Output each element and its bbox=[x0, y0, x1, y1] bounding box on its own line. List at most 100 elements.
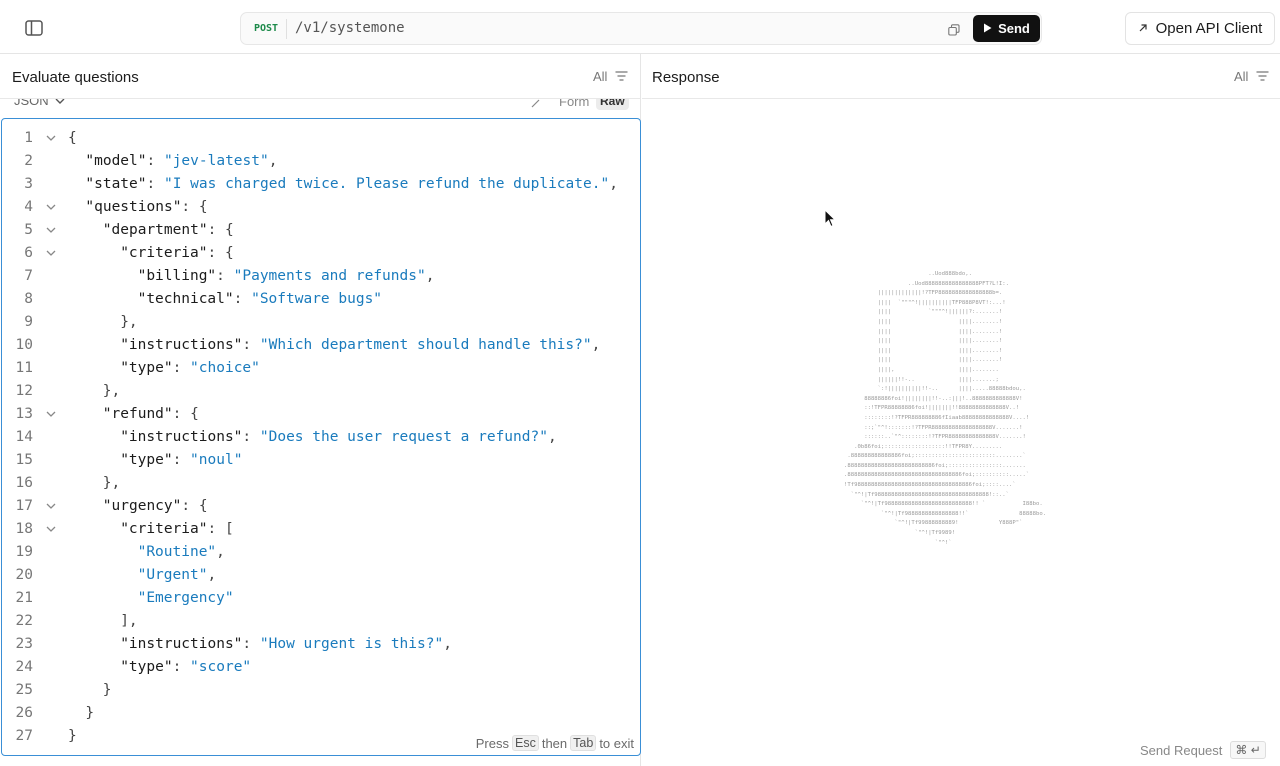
code-text: "department": { bbox=[103, 219, 234, 242]
code-line[interactable]: 19 "Routine", bbox=[2, 541, 640, 564]
code-line[interactable]: 6 "criteria": { bbox=[2, 242, 640, 265]
send-request-shortcut: ⌘ ↵ bbox=[1230, 741, 1266, 759]
sidebar-toggle-icon[interactable] bbox=[23, 18, 45, 38]
code-text: }, bbox=[103, 472, 120, 495]
line-number: 7 bbox=[24, 268, 33, 284]
code-line[interactable]: 10 "instructions": "Which department shou… bbox=[2, 334, 640, 357]
code-line[interactable]: 1{ bbox=[2, 127, 640, 150]
code-text: "instructions": "Does the user request a… bbox=[120, 426, 557, 449]
line-number: 6 bbox=[24, 245, 33, 261]
request-panel: Evaluate questions All JSON Form Raw Pre… bbox=[0, 54, 641, 766]
code-line[interactable]: 22], bbox=[2, 610, 640, 633]
code-text: "criteria": { bbox=[120, 242, 234, 265]
line-number: 13 bbox=[15, 406, 33, 422]
line-number: 10 bbox=[15, 337, 33, 353]
response-title: Response bbox=[652, 69, 720, 86]
code-text: } bbox=[103, 679, 112, 702]
line-number: 16 bbox=[15, 475, 33, 491]
response-filter-dropdown[interactable]: All bbox=[1234, 69, 1269, 84]
code-line[interactable]: 2 "model": "jev-latest", bbox=[2, 150, 640, 173]
code-text: "criteria": [ bbox=[120, 518, 234, 541]
code-line[interactable]: 11 "type": "choice" bbox=[2, 357, 640, 380]
line-number: 1 bbox=[24, 130, 33, 146]
json-punctuation: }, bbox=[120, 314, 138, 330]
json-key: "criteria" bbox=[120, 521, 208, 537]
code-text: "questions": { bbox=[85, 196, 207, 219]
copy-icon[interactable] bbox=[948, 23, 960, 36]
code-text: }, bbox=[120, 311, 137, 334]
code-line[interactable]: 21 "Emergency" bbox=[2, 587, 640, 610]
code-line[interactable]: 7 "billing": "Payments and refunds", bbox=[2, 265, 640, 288]
json-punctuation: , bbox=[207, 567, 217, 583]
chevron-down-icon bbox=[55, 99, 65, 108]
line-number: 15 bbox=[15, 452, 33, 468]
send-button-label: Send bbox=[998, 21, 1030, 36]
json-string: "Does the user request a refund?" bbox=[259, 429, 548, 445]
json-punctuation: : { bbox=[172, 406, 199, 422]
send-request-hint[interactable]: Send Request ⌘ ↵ bbox=[1140, 741, 1266, 759]
json-punctuation: , bbox=[547, 429, 557, 445]
code-line[interactable]: 26} bbox=[2, 702, 640, 725]
code-line[interactable]: 20 "Urgent", bbox=[2, 564, 640, 587]
open-api-client-button[interactable]: Open API Client bbox=[1125, 12, 1275, 45]
line-number: 18 bbox=[15, 521, 33, 537]
request-filter-dropdown[interactable]: All bbox=[593, 69, 628, 84]
url-path-input[interactable]: /v1/systemone bbox=[295, 20, 405, 36]
body-format-select[interactable]: JSON bbox=[14, 99, 65, 108]
json-punctuation: : bbox=[146, 153, 164, 169]
json-string: "Emergency" bbox=[137, 590, 234, 606]
json-key: "type" bbox=[120, 452, 173, 468]
code-line[interactable]: 18 "criteria": [ bbox=[2, 518, 640, 541]
line-number: 17 bbox=[15, 498, 33, 514]
json-punctuation: } bbox=[68, 728, 77, 744]
json-editor[interactable]: Press Esc then Tab to exit 1{2 "model": "… bbox=[1, 118, 641, 756]
code-line[interactable]: 9}, bbox=[2, 311, 640, 334]
json-punctuation: : [ bbox=[207, 521, 234, 537]
json-string: "Which department should handle this?" bbox=[259, 337, 592, 353]
json-punctuation: : bbox=[146, 176, 164, 192]
http-method-badge[interactable]: POST bbox=[254, 23, 278, 34]
json-punctuation: , bbox=[216, 544, 225, 560]
filter-lines-icon bbox=[615, 69, 628, 84]
code-line[interactable]: 27} bbox=[2, 725, 640, 748]
code-text: "instructions": "How urgent is this?", bbox=[120, 633, 452, 656]
code-text: } bbox=[68, 725, 77, 748]
code-text: "instructions": "Which department should… bbox=[120, 334, 600, 357]
code-text: "technical": "Software bugs" bbox=[138, 288, 382, 311]
line-number: 12 bbox=[15, 383, 33, 399]
send-button[interactable]: Send bbox=[973, 15, 1040, 42]
code-line[interactable]: 14 "instructions": "Does the user request… bbox=[2, 426, 640, 449]
json-string: "jev-latest" bbox=[163, 153, 269, 169]
filter-label: All bbox=[593, 69, 608, 84]
code-line[interactable]: 25} bbox=[2, 679, 640, 702]
code-line[interactable]: 3 "state": "I was charged twice. Please r… bbox=[2, 173, 640, 196]
url-bar[interactable]: POST /v1/systemone Send bbox=[240, 12, 1042, 45]
open-api-client-label: Open API Client bbox=[1155, 20, 1263, 37]
json-key: "instructions" bbox=[120, 636, 243, 652]
code-line[interactable]: 16}, bbox=[2, 472, 640, 495]
code-line[interactable]: 24 "type": "score" bbox=[2, 656, 640, 679]
code-line[interactable]: 15 "type": "noul" bbox=[2, 449, 640, 472]
code-line[interactable]: 8 "technical": "Software bugs" bbox=[2, 288, 640, 311]
json-punctuation: , bbox=[443, 636, 452, 652]
magic-wand-icon[interactable] bbox=[530, 99, 544, 109]
line-number: 9 bbox=[24, 314, 33, 330]
mode-raw-tab[interactable]: Raw bbox=[596, 99, 629, 110]
code-text: "type": "score" bbox=[120, 656, 251, 679]
json-punctuation: } bbox=[102, 682, 112, 698]
json-punctuation: : bbox=[233, 291, 252, 307]
code-text: "state": "I was charged twice. Please re… bbox=[85, 173, 618, 196]
code-line[interactable]: 5 "department": { bbox=[2, 219, 640, 242]
code-line[interactable]: 12}, bbox=[2, 380, 640, 403]
json-punctuation: : { bbox=[207, 222, 234, 238]
code-text: } bbox=[85, 702, 94, 725]
code-line[interactable]: 23 "instructions": "How urgent is this?", bbox=[2, 633, 640, 656]
json-punctuation: , bbox=[591, 337, 601, 353]
code-line[interactable]: 17 "urgency": { bbox=[2, 495, 640, 518]
code-line[interactable]: 4 "questions": { bbox=[2, 196, 640, 219]
json-punctuation: : { bbox=[207, 245, 234, 261]
top-bar: POST /v1/systemone Send Open API Client bbox=[0, 0, 1280, 54]
code-line[interactable]: 13 "refund": { bbox=[2, 403, 640, 426]
code-text: "type": "choice" bbox=[120, 357, 260, 380]
mode-form-tab[interactable]: Form bbox=[559, 99, 589, 109]
